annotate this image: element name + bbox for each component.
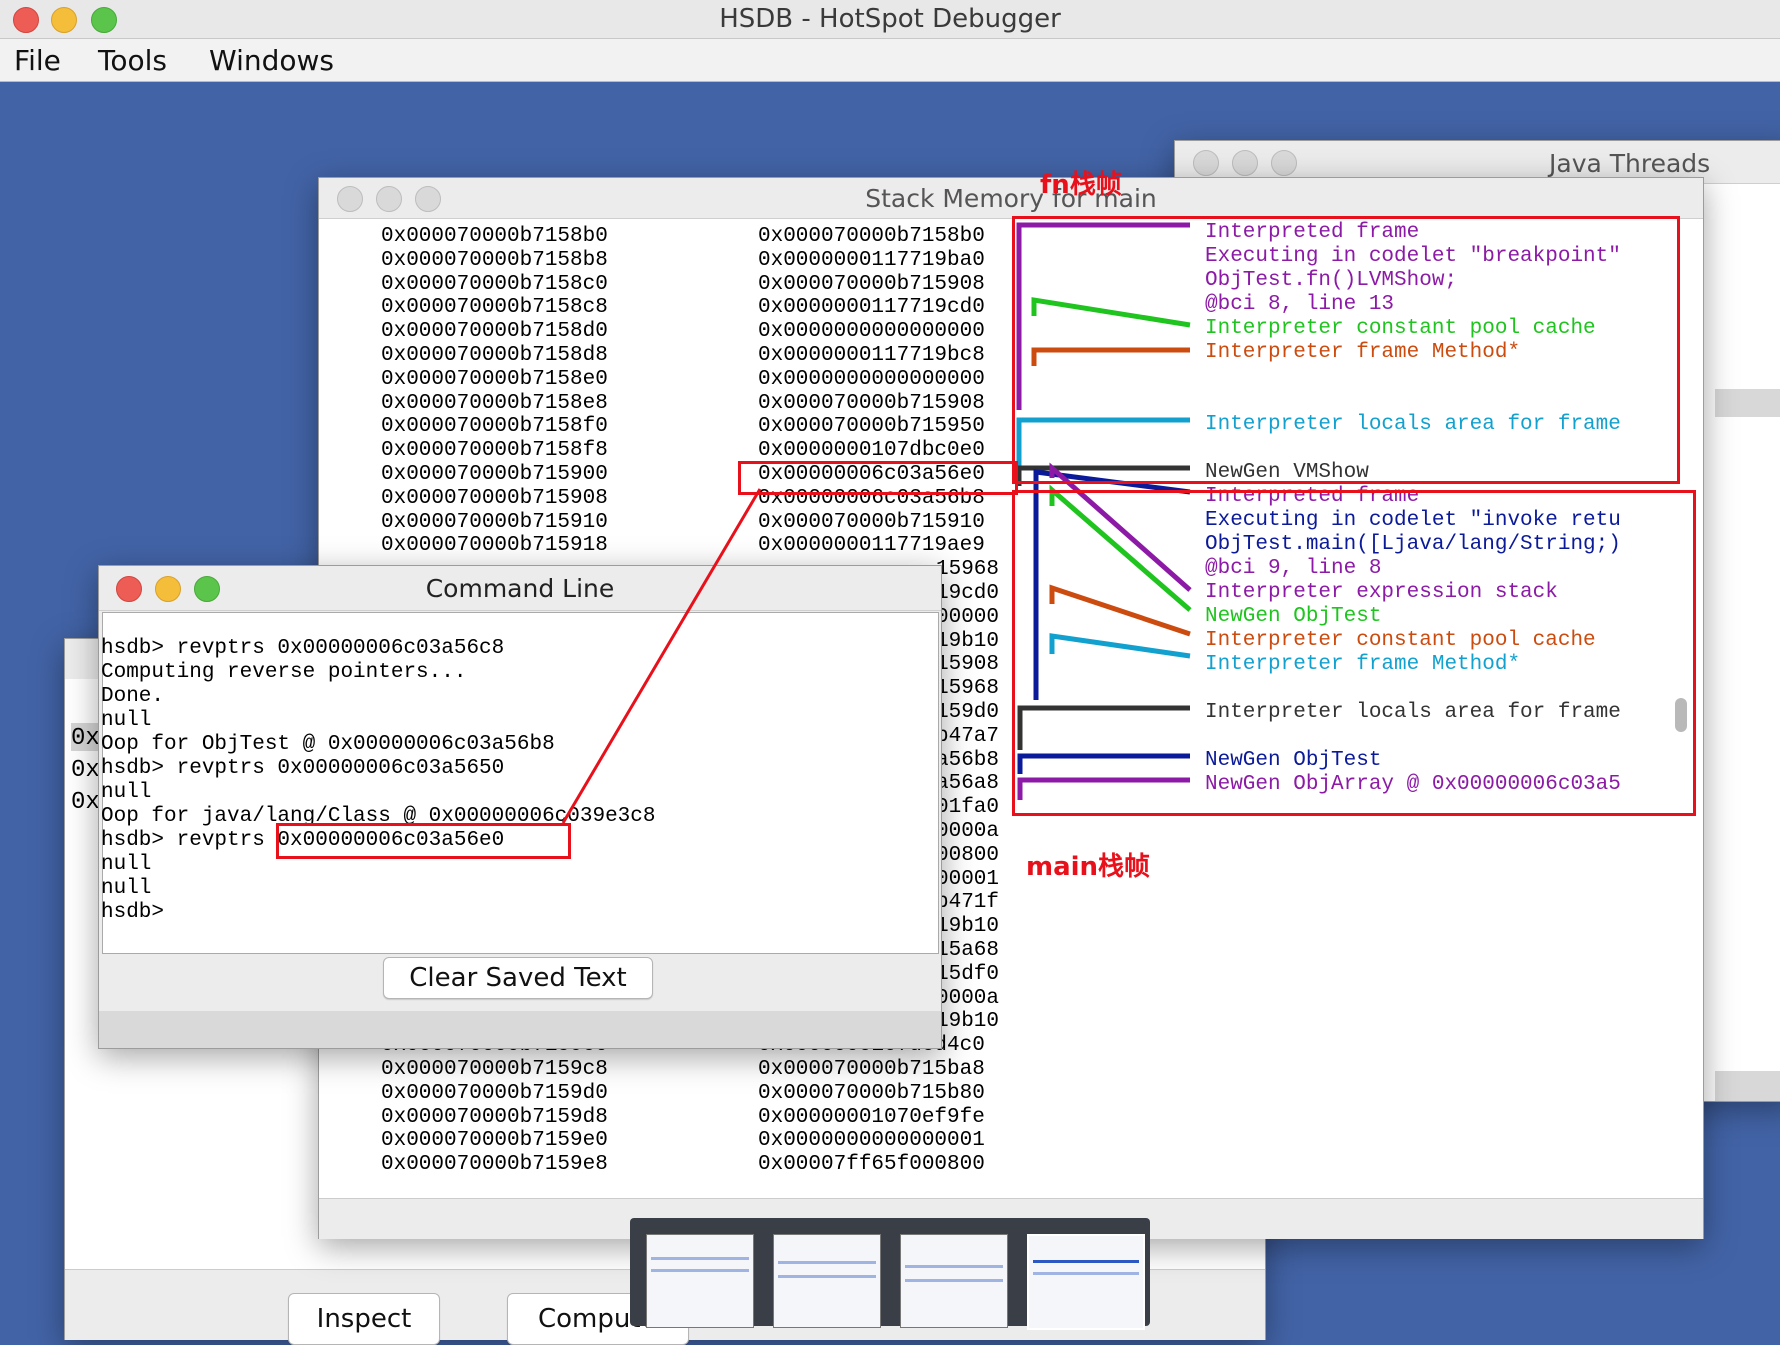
command-output-line: Computing reverse pointers...: [101, 661, 467, 684]
window-thumbnail[interactable]: [773, 1234, 881, 1328]
command-output-line: hsdb> revptrs 0x00000006c03a56c8: [101, 637, 505, 660]
window-thumbnail[interactable]: [646, 1234, 754, 1328]
clear-saved-text-button[interactable]: Clear Saved Text: [383, 957, 653, 999]
command-address-highlight: [276, 823, 571, 859]
command-output-line: Done.: [101, 685, 165, 708]
command-output-line: hsdb> revptrs 0x00000006c03a5650: [101, 757, 505, 780]
fn-frame-label: fn栈帧: [1040, 170, 1122, 200]
window-switcher: [630, 1218, 1150, 1330]
command-output-line: Oop for ObjTest @ 0x00000006c03a56b8: [101, 733, 555, 756]
command-output-line: hsdb>: [101, 901, 165, 924]
command-output-text: hsdb> revptrs 0x00000006c03a56c8 Computin…: [101, 637, 656, 925]
main-frame-highlight: [1012, 490, 1696, 816]
command-output-line: null: [101, 781, 152, 804]
pointer-value-highlight: [738, 461, 1018, 495]
command-line-status-bar: [99, 1011, 941, 1048]
command-line-title: Command Line: [425, 574, 615, 603]
fn-frame-highlight: [1012, 216, 1680, 484]
command-output-line: null: [101, 709, 152, 732]
command-line-title-bar: Command Line: [99, 566, 941, 611]
main-frame-label: main栈帧: [1026, 852, 1151, 882]
window-thumbnail[interactable]: [900, 1234, 1008, 1328]
command-output-line: null: [101, 877, 152, 900]
window-thumbnail-active[interactable]: [1027, 1234, 1145, 1330]
